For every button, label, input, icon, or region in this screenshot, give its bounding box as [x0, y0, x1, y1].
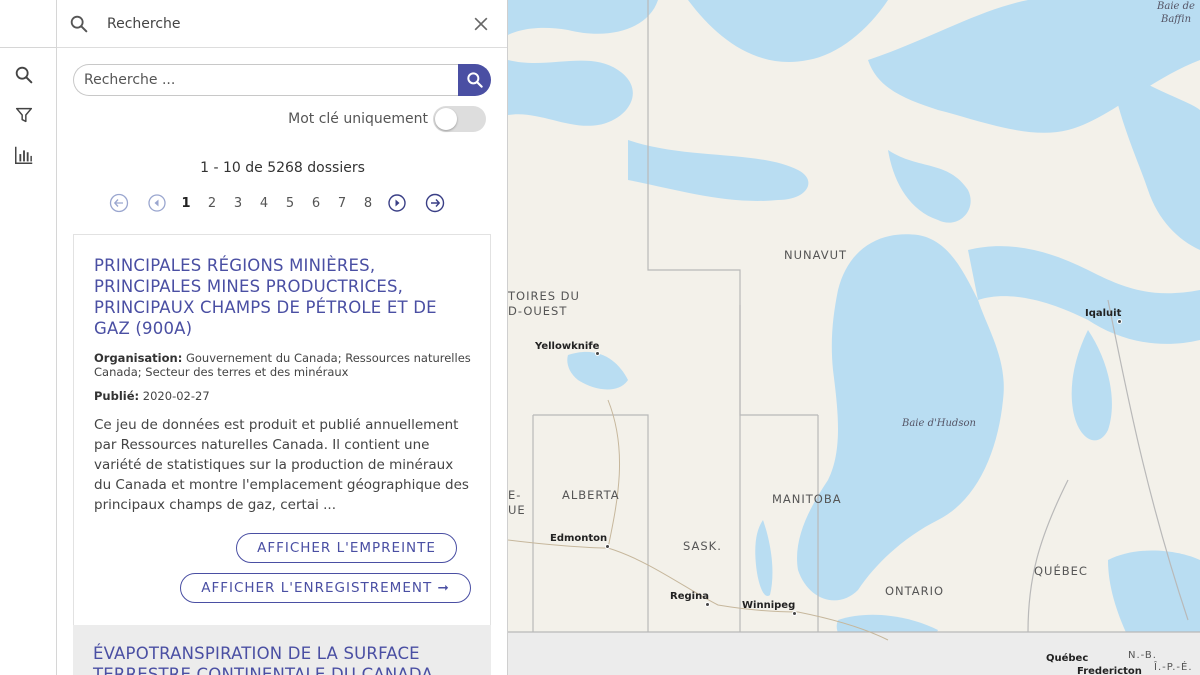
page-5[interactable]: 5 — [277, 196, 303, 211]
published-value: 2020-02-27 — [142, 389, 210, 403]
rail-filter-button[interactable] — [0, 96, 48, 134]
page-4[interactable]: 4 — [251, 196, 277, 211]
organisation-label: Organisation: — [94, 351, 183, 365]
panel-title: Recherche — [107, 15, 181, 32]
map-region-label: UE — [508, 503, 526, 517]
result-organisation: Organisation: Gouvernement du Canada; Re… — [94, 351, 474, 379]
close-icon[interactable] — [469, 12, 493, 36]
city-marker — [1117, 319, 1122, 324]
map-city-label: Yellowknife — [535, 341, 600, 352]
result-title[interactable]: PRINCIPALES RÉGIONS MINIÈRES, PRINCIPALE… — [94, 255, 469, 339]
map-region-label: Î.-P.-É. — [1154, 662, 1193, 673]
map-city-label: Québec — [1046, 653, 1089, 664]
page-6[interactable]: 6 — [303, 196, 329, 211]
search-submit-button[interactable] — [458, 64, 491, 96]
basemap — [508, 0, 1200, 675]
last-page-icon[interactable] — [425, 193, 445, 213]
search-icon — [466, 72, 483, 88]
city-marker — [605, 544, 610, 549]
map-region-label: ALBERTA — [562, 488, 620, 502]
map-water-label: Baie de Baffin — [1157, 1, 1195, 25]
prev-page-icon[interactable] — [147, 193, 167, 213]
panel-header: Recherche — [57, 0, 507, 48]
search-panel: Recherche Mot clé uniquement 1 - 10 de 5… — [57, 0, 508, 675]
result-title[interactable]: ÉVAPOTRANSPIRATION DE LA SURFACE TERREST… — [93, 643, 468, 675]
city-marker — [595, 351, 600, 356]
first-page-icon[interactable] — [109, 193, 129, 213]
page-3[interactable]: 3 — [225, 196, 251, 211]
city-marker — [792, 611, 797, 616]
search-icon — [15, 66, 33, 84]
result-card: ÉVAPOTRANSPIRATION DE LA SURFACE TERREST… — [73, 625, 491, 675]
map-city-label: Fredericton — [1077, 666, 1142, 675]
map-region-label: N.-B. — [1128, 650, 1157, 661]
map-region-label: SASK. — [683, 539, 722, 553]
result-published: Publié: 2020-02-27 — [94, 389, 474, 403]
map-city-label: Edmonton — [550, 533, 608, 544]
page-7[interactable]: 7 — [329, 196, 355, 211]
map-region-label: E- — [508, 488, 522, 502]
rail-chart-button[interactable] — [0, 136, 48, 174]
next-page-icon[interactable] — [387, 193, 407, 213]
rail-search-button[interactable] — [0, 56, 48, 94]
keyword-only-row: Mot clé uniquement — [288, 106, 486, 132]
map-water-label: Baie d'Hudson — [902, 418, 976, 429]
search-row — [73, 64, 491, 96]
published-label: Publié: — [94, 389, 140, 403]
map-city-label: Regina — [670, 591, 709, 602]
map-region-label: QUÉBEC — [1034, 564, 1088, 578]
chart-icon — [15, 146, 33, 164]
result-description: Ce jeu de données est produit et publié … — [94, 417, 469, 513]
map-region-label: TOIRES DU — [508, 289, 580, 303]
map-view[interactable]: NUNAVUT TOIRES DU D-OUEST ALBERTA MANITO… — [508, 0, 1200, 675]
page-1[interactable]: 1 — [173, 196, 199, 211]
result-card: PRINCIPALES RÉGIONS MINIÈRES, PRINCIPALE… — [73, 234, 491, 626]
map-region-label: MANITOBA — [772, 492, 842, 506]
search-input[interactable] — [73, 64, 458, 96]
pagination: 1 2 3 4 5 6 7 8 — [109, 193, 445, 213]
city-marker — [705, 602, 710, 607]
show-footprint-button[interactable]: AFFICHER L'EMPREINTE — [236, 533, 457, 563]
map-city-label: Winnipeg — [742, 600, 796, 611]
map-region-label: NUNAVUT — [784, 248, 848, 262]
search-icon — [67, 12, 91, 36]
map-city-label: Iqaluit — [1085, 308, 1122, 319]
keyword-only-toggle[interactable] — [433, 106, 486, 132]
map-region-label: D-OUEST — [508, 304, 568, 318]
toggle-knob — [435, 108, 457, 130]
map-region-label: ONTARIO — [885, 584, 945, 598]
result-count: 1 - 10 de 5268 dossiers — [200, 160, 365, 176]
page-2[interactable]: 2 — [199, 196, 225, 211]
filter-icon — [15, 107, 33, 123]
icon-rail — [0, 0, 57, 675]
show-record-button[interactable]: AFFICHER L'ENREGISTREMENT ➞ — [180, 573, 471, 603]
rail-top-spacer — [0, 0, 56, 48]
keyword-only-label: Mot clé uniquement — [288, 111, 428, 127]
page-8[interactable]: 8 — [355, 196, 381, 211]
